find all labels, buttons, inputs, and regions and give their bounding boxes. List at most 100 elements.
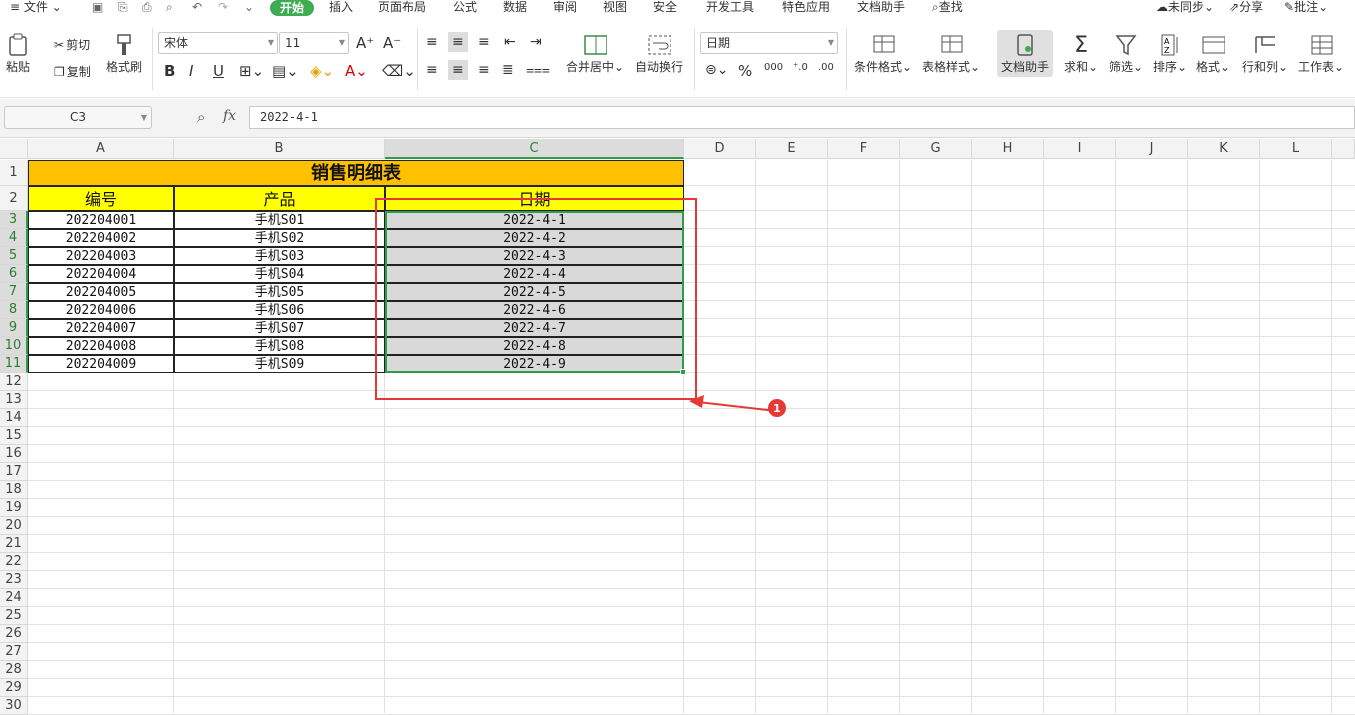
select-all-corner[interactable] [0, 139, 28, 159]
date-cell[interactable]: 2022-4-2 [385, 229, 684, 247]
format-painter-button[interactable]: 格式刷 [106, 32, 142, 75]
date-cell[interactable]: 2022-4-1 [385, 211, 684, 229]
column-header[interactable]: A [28, 139, 174, 159]
redo-icon[interactable]: ↷ [218, 0, 228, 18]
tab-view[interactable]: 视图 [603, 0, 627, 18]
row-header[interactable]: 22 [0, 553, 28, 571]
table-header[interactable]: 编号 [28, 186, 174, 211]
row-header[interactable]: 29 [0, 679, 28, 697]
preview-icon[interactable]: ⌕ [166, 0, 173, 18]
tab-insert[interactable]: 插入 [329, 0, 353, 18]
eraser-icon[interactable]: ⌫⌄ [382, 62, 416, 80]
date-cell[interactable]: 2022-4-8 [385, 337, 684, 355]
search-button[interactable]: ⌕查找 [932, 0, 963, 18]
column-header[interactable]: C [385, 139, 684, 159]
row-header[interactable]: 26 [0, 625, 28, 643]
tab-security[interactable]: 安全 [653, 0, 677, 18]
row-header[interactable]: 7 [0, 283, 28, 301]
increase-font-icon[interactable]: A⁺ [356, 34, 374, 52]
id-cell[interactable]: 202204003 [28, 247, 174, 265]
row-header[interactable]: 16 [0, 445, 28, 463]
product-cell[interactable]: 手机S08 [174, 337, 385, 355]
date-cell[interactable]: 2022-4-5 [385, 283, 684, 301]
row-header[interactable]: 18 [0, 481, 28, 499]
percent-icon[interactable]: % [738, 62, 752, 80]
worksheet-button[interactable]: 工作表⌄ [1298, 32, 1344, 75]
product-cell[interactable]: 手机S05 [174, 283, 385, 301]
id-cell[interactable]: 202204004 [28, 265, 174, 283]
id-cell[interactable]: 202204001 [28, 211, 174, 229]
tab-doc-assistant[interactable]: 文档助手 [857, 0, 905, 18]
align-bottom-icon[interactable]: ≡ [478, 34, 490, 50]
table-header[interactable]: 日期 [385, 186, 684, 211]
fill-color-icon[interactable]: ◈⌄ [310, 62, 334, 80]
tab-review[interactable]: 审阅 [553, 0, 577, 18]
copy-button[interactable]: ❐ 复制 [54, 63, 91, 80]
underline-icon[interactable]: U [213, 62, 224, 80]
italic-icon[interactable]: I [189, 62, 193, 80]
date-cell[interactable]: 2022-4-7 [385, 319, 684, 337]
font-size-select[interactable]: 11 ▼ [279, 32, 349, 54]
column-header[interactable]: F [828, 139, 900, 159]
row-header[interactable]: 4 [0, 229, 28, 247]
tab-features[interactable]: 特色应用 [782, 0, 830, 18]
align-middle-icon[interactable]: ≡ [448, 32, 468, 52]
filter-button[interactable]: 筛选⌄ [1109, 32, 1143, 75]
table-title[interactable]: 销售明细表 [28, 160, 684, 186]
row-col-button[interactable]: 行和列⌄ [1242, 32, 1288, 75]
sum-button[interactable]: Σ 求和⌄ [1064, 32, 1098, 75]
row-header[interactable]: 10 [0, 337, 28, 355]
thousands-icon[interactable]: 000 [764, 62, 783, 73]
column-header[interactable]: K [1188, 139, 1260, 159]
row-header[interactable]: 12 [0, 373, 28, 391]
product-cell[interactable]: 手机S09 [174, 355, 385, 373]
row-header[interactable]: 8 [0, 301, 28, 319]
row-header[interactable]: 15 [0, 427, 28, 445]
table-header[interactable]: 产品 [174, 186, 385, 211]
row-header[interactable]: 23 [0, 571, 28, 589]
more-icon[interactable]: ⌄ [244, 0, 254, 18]
date-cell[interactable]: 2022-4-9 [385, 355, 684, 373]
row-header[interactable]: 11 [0, 355, 28, 373]
row-header[interactable]: 2 [0, 186, 28, 211]
font-color-icon[interactable]: A⌄ [345, 62, 368, 80]
row-header[interactable]: 20 [0, 517, 28, 535]
id-cell[interactable]: 202204006 [28, 301, 174, 319]
product-cell[interactable]: 手机S03 [174, 247, 385, 265]
row-header[interactable]: 25 [0, 607, 28, 625]
column-header[interactable]: L [1260, 139, 1332, 159]
row-header[interactable]: 24 [0, 589, 28, 607]
column-header[interactable]: H [972, 139, 1044, 159]
date-cell[interactable]: 2022-4-4 [385, 265, 684, 283]
conditional-format-button[interactable]: 条件格式⌄ [854, 32, 912, 75]
formula-input[interactable]: 2022-4-1 [249, 106, 1355, 129]
format-button[interactable]: 格式⌄ [1196, 32, 1230, 75]
row-header[interactable]: 6 [0, 265, 28, 283]
indent-icon[interactable]: ⇥ [530, 34, 542, 50]
row-header[interactable]: 9 [0, 319, 28, 337]
align-center-icon[interactable]: ≡ [448, 60, 468, 80]
fx-icon[interactable]: fx [223, 108, 236, 124]
increase-decimal-icon[interactable]: ⁺.0 [793, 62, 808, 73]
font-name-select[interactable]: 宋体 ▼ [158, 32, 278, 54]
border-icon[interactable]: ⊞⌄ [239, 62, 264, 80]
justify-icon[interactable]: ≣ [502, 62, 514, 78]
tab-home[interactable]: 开始 [270, 0, 315, 16]
outdent-icon[interactable]: ⇤ [504, 34, 516, 50]
wrap-text-button[interactable]: 自动换行 [635, 32, 683, 75]
tab-formula[interactable]: 公式 [453, 0, 477, 18]
row-header[interactable]: 30 [0, 697, 28, 715]
save-icon[interactable]: ▣ [92, 0, 103, 18]
product-cell[interactable]: 手机S04 [174, 265, 385, 283]
tab-data[interactable]: 数据 [503, 0, 527, 18]
zoom-icon[interactable]: ⌕ [197, 108, 205, 126]
tab-page-layout[interactable]: 页面布局 [378, 0, 426, 18]
fill-handle[interactable] [680, 369, 686, 375]
row-header[interactable]: 13 [0, 391, 28, 409]
spreadsheet-grid[interactable]: A B C D E F G H I J K L 1 2 3 4 5 6 7 8 9 10 11 12 13 14 15 16 17 18 1… [0, 139, 1355, 715]
align-top-icon[interactable]: ≡ [426, 34, 438, 50]
date-cell[interactable]: 2022-4-3 [385, 247, 684, 265]
row-header[interactable]: 17 [0, 463, 28, 481]
column-header[interactable]: B [174, 139, 385, 159]
product-cell[interactable]: 手机S01 [174, 211, 385, 229]
